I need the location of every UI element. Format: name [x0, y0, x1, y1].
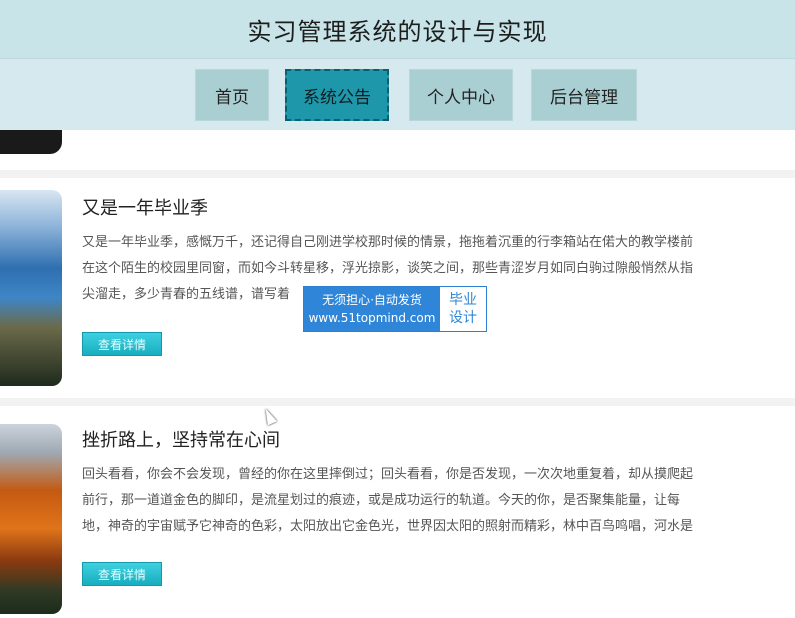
article-image[interactable] — [0, 190, 62, 386]
list-item: 又是一年毕业季 又是一年毕业季，感慨万千，还记得自己刚进学校那时候的情景，拖拖着… — [0, 178, 795, 388]
article-title[interactable]: 又是一年毕业季 — [82, 194, 208, 220]
page-title: 实习管理系统的设计与实现 — [247, 17, 548, 46]
article-excerpt-line: 又是一年毕业季，感慨万千，还记得自己刚进学校那时候的情景，拖拖着沉重的行李箱站在… — [82, 235, 694, 250]
nav-item-personal-center[interactable]: 个人中心 — [409, 69, 513, 121]
article-excerpt-line: 回头看看，你会不会发现，曾经的你在这里摔倒过；回头看看，你是否发现，一次次地重复… — [82, 467, 694, 482]
nav-item-admin[interactable]: 后台管理 — [531, 69, 637, 121]
previous-article-image[interactable] — [0, 130, 62, 154]
article-excerpt-line: 在这个陌生的校园里同窗，而如今斗转星移，浮光掠影，谈笑之间，那些青涩岁月如同白驹… — [82, 261, 694, 276]
article-title[interactable]: 挫折路上，坚持常在心间 — [82, 426, 280, 452]
app-header: 实习管理系统的设计与实现 — [0, 0, 795, 58]
view-details-button[interactable]: 查看详情 — [82, 332, 162, 356]
article-excerpt-line: 前行，那一道道金色的脚印，是流星划过的痕迹，或是成功运行的轨道。今天的你，是否聚… — [82, 493, 681, 508]
list-item: 挫折路上，坚持常在心间 回头看看，你会不会发现，曾经的你在这里摔倒过；回头看看，… — [0, 408, 795, 618]
watermark-banner: 无须担心·自动发货 www.51topmind.com 毕业 设计 — [303, 286, 487, 332]
nav-item-announcements[interactable]: 系统公告 — [285, 69, 389, 121]
announcement-list: 又是一年毕业季 又是一年毕业季，感慨万千，还记得自己刚进学校那时候的情景，拖拖着… — [0, 130, 795, 618]
article-image[interactable] — [0, 424, 62, 614]
watermark-label: 毕业 — [449, 292, 477, 308]
view-details-button[interactable]: 查看详情 — [82, 562, 162, 586]
watermark-right: 毕业 设计 — [440, 287, 486, 331]
watermark-left: 无须担心·自动发货 www.51topmind.com — [304, 287, 440, 331]
main-nav: 首页 系统公告 个人中心 后台管理 — [0, 58, 795, 131]
divider — [0, 398, 795, 406]
watermark-slogan: 无须担心·自动发货 — [322, 293, 422, 307]
watermark-label: 设计 — [449, 310, 477, 326]
nav-item-home[interactable]: 首页 — [195, 69, 269, 121]
divider — [0, 170, 795, 178]
watermark-url: www.51topmind.com — [308, 311, 436, 325]
article-excerpt-line: 地，神奇的宇宙赋予它神奇的色彩，太阳放出它金色光，世界因太阳的照射而精彩，林中百… — [82, 519, 694, 534]
